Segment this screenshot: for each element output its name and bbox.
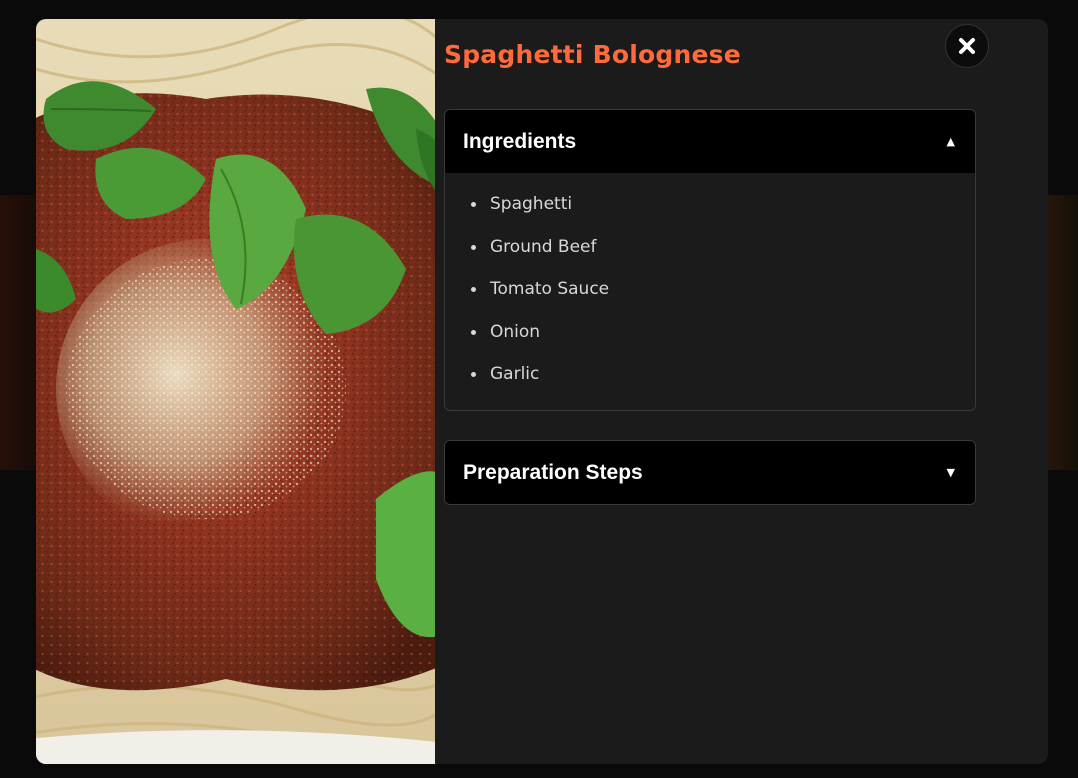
ingredients-panel: Spaghetti Ground Beef Tomato Sauce Onion… <box>445 173 975 410</box>
list-item: Spaghetti <box>471 183 975 226</box>
list-item: Tomato Sauce <box>471 268 975 311</box>
recipe-photo <box>36 19 435 764</box>
list-item: Garlic <box>471 353 975 396</box>
close-button[interactable] <box>945 24 989 68</box>
recipe-title: Spaghetti Bolognese <box>444 40 741 69</box>
preparation-heading: Preparation Steps <box>463 460 643 484</box>
ingredients-heading: Ingredients <box>463 129 577 153</box>
ingredients-list: Spaghetti Ground Beef Tomato Sauce Onion… <box>471 183 975 396</box>
ingredients-accordion-header[interactable]: Ingredients ▲ <box>445 110 975 173</box>
list-item: Onion <box>471 311 975 354</box>
ingredients-accordion: Ingredients ▲ Spaghetti Ground Beef Toma… <box>444 109 976 411</box>
caret-up-icon: ▲ <box>946 135 955 148</box>
preparation-accordion-header[interactable]: Preparation Steps ▼ <box>445 441 975 504</box>
list-item: Ground Beef <box>471 226 975 269</box>
close-icon <box>959 38 975 54</box>
preparation-accordion: Preparation Steps ▼ <box>444 440 976 505</box>
caret-down-icon: ▼ <box>946 466 955 479</box>
